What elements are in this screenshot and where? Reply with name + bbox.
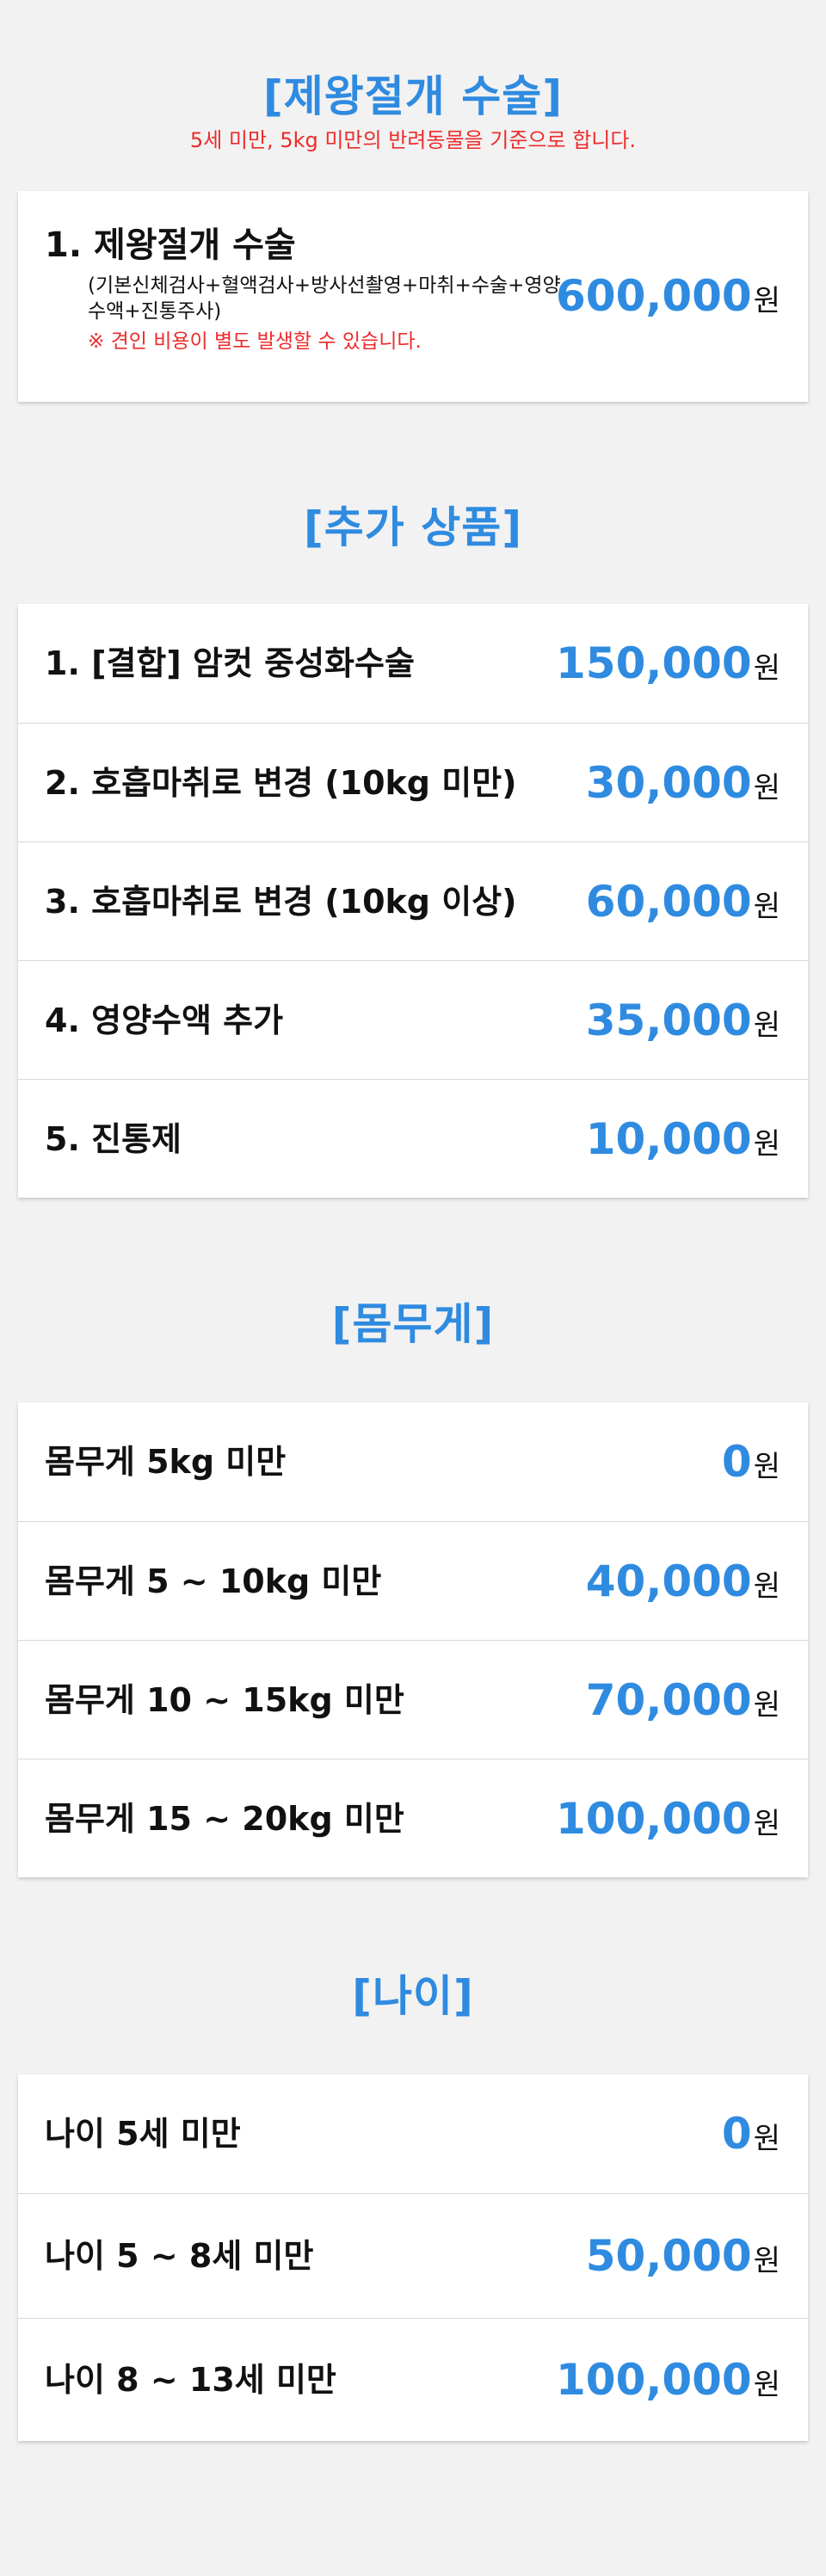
surgery-section: [제왕절개 수술] 5세 미만, 5kg 미만의 반려동물을 기준으로 합니다. [0, 71, 826, 153]
surgery-section-subtitle: 5세 미만, 5kg 미만의 반려동물을 기준으로 합니다. [189, 128, 637, 152]
weight-section: [몸무게] [0, 1298, 826, 1350]
price-value: 35,000 [585, 995, 752, 1045]
price-unit: 원 [753, 771, 780, 805]
price-unit: 원 [753, 2368, 780, 2402]
price-unit: 원 [753, 2244, 780, 2278]
price-value: 70,000 [585, 1675, 752, 1725]
surgery-section-title: [제왕절개 수술] [262, 71, 564, 121]
list-item: 몸무게 10 ~ 15kg 미만 70,000원 [18, 1640, 808, 1759]
list-item: 4. 영양수액 추가 35,000원 [18, 960, 808, 1079]
item-label: 4. 영양수액 추가 [45, 1001, 284, 1039]
price-unit: 원 [753, 890, 780, 924]
price-unit: 원 [753, 1008, 780, 1043]
price-value: 60,000 [585, 877, 752, 927]
price-value: 50,000 [585, 2231, 752, 2281]
age-section: [나이] [0, 1970, 826, 2022]
list-item: 나이 5세 미만 0원 [18, 2074, 808, 2193]
item-label: 나이 8 ~ 13세 미만 [45, 2361, 336, 2399]
item-label: 몸무게 10 ~ 15kg 미만 [45, 1681, 404, 1719]
item-label: 3. 호흡마취로 변경 (10kg 이상) [45, 883, 517, 921]
price-unit: 원 [753, 651, 780, 686]
weight-section-title: [몸무게] [331, 1299, 495, 1349]
item-price: 10,000원 [586, 1080, 780, 1199]
extras-card: 1. [결합] 암컷 중성화수술 150,000원 2. 호흡마취로 변경 (1… [18, 604, 808, 1198]
list-item: 몸무게 5kg 미만 0원 [18, 1402, 808, 1521]
list-item: 2. 호흡마취로 변경 (10kg 미만) 30,000원 [18, 723, 808, 841]
item-price: 60,000원 [586, 842, 780, 961]
price-unit: 원 [753, 284, 780, 318]
list-item: 몸무게 15 ~ 20kg 미만 100,000원 [18, 1759, 808, 1877]
price-unit: 원 [753, 1807, 780, 1841]
item-label: 2. 호흡마취로 변경 (10kg 미만) [45, 764, 517, 802]
age-card: 나이 5세 미만 0원 나이 5 ~ 8세 미만 50,000원 나이 8 ~ … [18, 2074, 808, 2441]
price-unit: 원 [753, 1569, 780, 1604]
price-value: 100,000 [555, 2355, 752, 2405]
price-value: 0 [721, 2109, 752, 2159]
item-label: 나이 5세 미만 [45, 2115, 241, 2153]
item-price: 0원 [722, 1402, 780, 1521]
item-price: 150,000원 [556, 604, 780, 723]
price-value: 40,000 [585, 1556, 752, 1606]
item-price: 30,000원 [586, 724, 780, 842]
list-item: 5. 진통제 10,000원 [18, 1079, 808, 1198]
item-price: 35,000원 [586, 961, 780, 1080]
price-value: 150,000 [555, 638, 752, 688]
price-unit: 원 [753, 1450, 780, 1484]
item-label: 몸무게 5 ~ 10kg 미만 [45, 1562, 382, 1600]
list-item: 1. [결합] 암컷 중성화수술 150,000원 [18, 604, 808, 723]
item-label: 몸무게 5kg 미만 [45, 1443, 287, 1481]
list-item: 나이 8 ~ 13세 미만 100,000원 [18, 2318, 808, 2441]
age-section-title: [나이] [352, 1971, 474, 2021]
price-value: 600,000 [555, 271, 752, 321]
price-value: 10,000 [585, 1114, 752, 1164]
item-price: 50,000원 [586, 2194, 780, 2319]
price-unit: 원 [753, 2122, 780, 2156]
item-label: 몸무게 15 ~ 20kg 미만 [45, 1800, 404, 1838]
item-price: 100,000원 [556, 1759, 780, 1878]
list-item: 몸무게 5 ~ 10kg 미만 40,000원 [18, 1521, 808, 1640]
price-unit: 원 [753, 1127, 780, 1162]
list-item: 나이 5 ~ 8세 미만 50,000원 [18, 2193, 808, 2318]
item-label: 5. 진통제 [45, 1120, 182, 1158]
item-price: 0원 [722, 2074, 780, 2193]
price-value: 100,000 [555, 1794, 752, 1844]
list-item: 3. 호흡마취로 변경 (10kg 이상) 60,000원 [18, 841, 808, 960]
surgery-item-detail: (기본신체검사+혈액검사+방사선촬영+마취+수술+영양수액+진통주사) [88, 274, 561, 323]
price-value: 0 [721, 1437, 752, 1487]
surgery-item-note: ※ 견인 비용이 별도 발생할 수 있습니다. [88, 330, 422, 353]
extras-section-title: [추가 상품] [303, 502, 523, 552]
surgery-item-label: 1. 제왕절개 수술 [45, 225, 296, 265]
item-label: 1. [결합] 암컷 중성화수술 [45, 644, 415, 682]
item-label: 나이 5 ~ 8세 미만 [45, 2237, 314, 2275]
item-price: 70,000원 [586, 1641, 780, 1759]
item-price: 40,000원 [586, 1522, 780, 1641]
price-unit: 원 [753, 1688, 780, 1722]
extras-section: [추가 상품] [0, 502, 826, 553]
price-value: 30,000 [585, 758, 752, 808]
item-price: 100,000원 [556, 2319, 780, 2442]
surgery-card: 1. 제왕절개 수술 (기본신체검사+혈액검사+방사선촬영+마취+수술+영양수액… [18, 191, 808, 402]
weight-card: 몸무게 5kg 미만 0원 몸무게 5 ~ 10kg 미만 40,000원 몸무… [18, 1402, 808, 1877]
surgery-item-price: 600,000원 [556, 191, 780, 402]
